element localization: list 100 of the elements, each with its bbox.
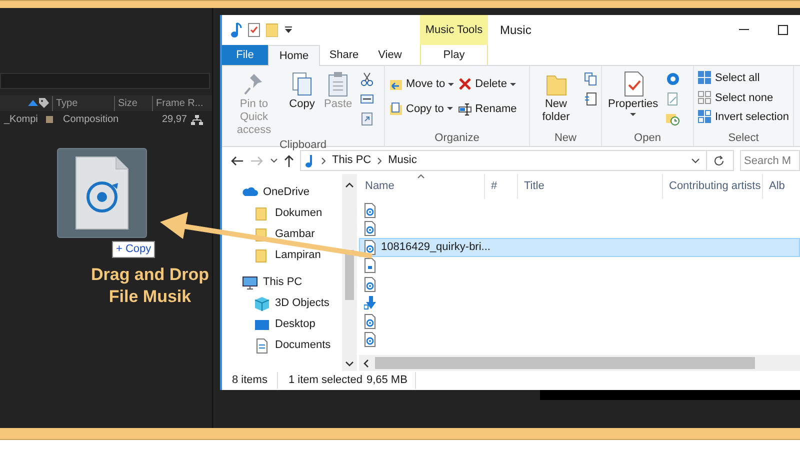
nav-item[interactable]: Lampiran — [222, 245, 342, 266]
ribbon-button[interactable]: Move to — [389, 76, 454, 92]
paste-shortcut-icon[interactable] — [360, 112, 374, 126]
file-row[interactable]: 10816429_quirky-bri... — [359, 238, 800, 256]
dragged-file-icon — [57, 148, 147, 238]
column-header[interactable]: Type — [52, 96, 112, 110]
ribbon-button[interactable]: Properties — [606, 70, 660, 130]
scroll-up-icon[interactable] — [345, 182, 354, 188]
refresh-icon[interactable] — [713, 154, 725, 166]
recent-locations-icon[interactable] — [270, 158, 278, 163]
chevron-right-icon[interactable] — [321, 156, 326, 164]
ribbon-button[interactable]: Invert selection — [698, 109, 789, 126]
documents-icon — [254, 338, 270, 354]
ribbon-tab[interactable]: Share — [320, 45, 368, 65]
vertical-scrollbar[interactable] — [342, 174, 357, 371]
chevron-right-icon[interactable] — [377, 156, 382, 164]
column-header[interactable]: Name — [359, 174, 484, 199]
invert-selection-icon — [698, 110, 712, 124]
nav-item[interactable]: 3D Objects — [222, 293, 342, 314]
scrollbar-thumb[interactable] — [345, 250, 354, 300]
new-item-icon[interactable] — [584, 72, 598, 86]
history-icon[interactable] — [666, 112, 680, 126]
copy-badge: + Copy — [112, 241, 156, 258]
ribbon-button[interactable]: Copy to — [389, 100, 454, 117]
copy-to-icon — [389, 102, 403, 116]
audio-file-icon — [364, 221, 376, 236]
column-header[interactable]: # — [484, 174, 517, 199]
audio-file-icon — [364, 276, 376, 292]
nav-item[interactable]: Desktop — [222, 314, 342, 335]
ribbon-tab[interactable]: View — [368, 45, 412, 65]
search-field[interactable] — [0, 73, 210, 89]
copy-path-icon[interactable] — [360, 92, 374, 106]
maximize-icon[interactable] — [778, 25, 788, 35]
ribbon-button[interactable]: Copy — [286, 70, 318, 137]
item-type: Composition — [63, 113, 120, 127]
breadcrumb[interactable]: Music — [388, 152, 417, 169]
status-text: 9,65 MB — [366, 372, 416, 389]
music-note-icon[interactable] — [230, 22, 242, 38]
ribbon-group-label: Select — [727, 131, 760, 146]
dropdown-icon[interactable] — [284, 26, 293, 34]
ribbon-button[interactable]: Select none — [698, 90, 789, 106]
ribbon-button[interactable]: New folder — [534, 70, 578, 130]
minimize-icon[interactable] — [739, 29, 749, 31]
move-to-icon — [389, 77, 403, 92]
caption-line: Drag and Drop — [90, 264, 210, 286]
column-header[interactable]: Frame R... — [152, 96, 208, 110]
dropdown-caret-icon — [510, 82, 516, 86]
document-icon — [364, 258, 376, 274]
file-menu-button[interactable]: File — [222, 45, 268, 65]
rename-icon — [458, 102, 472, 116]
cut-icon[interactable] — [360, 72, 374, 86]
up-icon[interactable] — [284, 154, 294, 166]
status-text: 8 items — [232, 373, 268, 388]
caption-line: File Musik — [108, 286, 192, 308]
ribbon-group-label: Open — [633, 131, 662, 146]
objects-icon — [254, 296, 270, 312]
nav-item[interactable]: Documents — [222, 335, 342, 356]
column-header[interactable]: Alb — [762, 174, 792, 199]
sort-ascending-icon — [417, 174, 425, 179]
scrollbar-thumb[interactable] — [375, 357, 755, 369]
ribbon-button[interactable]: Rename — [458, 100, 517, 117]
status-text: 1 item selected — [277, 372, 362, 389]
edit-icon[interactable] — [666, 92, 680, 106]
nav-item[interactable]: Dokumen — [222, 203, 342, 224]
column-header[interactable]: Title — [517, 174, 662, 199]
hierarchy-icon — [191, 114, 203, 124]
scroll-left-icon[interactable] — [363, 358, 369, 368]
horizontal-scrollbar[interactable] — [359, 355, 800, 371]
sort-ascending-icon — [28, 100, 38, 106]
back-icon[interactable] — [230, 156, 244, 166]
nav-item[interactable]: Gambar — [222, 224, 342, 245]
select-all-icon — [698, 71, 712, 86]
address-bar[interactable]: This PC Music — [300, 150, 734, 171]
column-header[interactable]: Contributing artists — [662, 174, 762, 199]
ribbon-group-label: Clipboard — [278, 138, 328, 153]
item-name: _Kompi — [2, 113, 39, 127]
ribbon-tab[interactable]: Home — [268, 45, 320, 66]
easy-access-icon[interactable] — [584, 92, 598, 106]
audio-file-icon — [364, 314, 376, 329]
dropdown-icon[interactable] — [691, 158, 700, 164]
delete-icon — [458, 77, 472, 92]
nav-item[interactable]: This PC — [222, 272, 342, 293]
window-title: Music — [499, 22, 532, 39]
frame-rate: 29,97 — [160, 113, 187, 127]
breadcrumb[interactable]: This PC — [332, 152, 372, 169]
properties-icon[interactable] — [248, 23, 260, 37]
column-header[interactable]: Size — [114, 96, 150, 110]
ribbon-group-label: Organize — [434, 131, 480, 146]
ribbon-group-label: New — [553, 131, 578, 146]
audio-file-icon — [364, 240, 376, 255]
open-icon[interactable] — [666, 72, 680, 86]
select-none-icon — [698, 90, 712, 105]
pc-icon — [242, 274, 258, 290]
scroll-down-icon[interactable] — [345, 361, 354, 367]
ribbon-tab[interactable]: Play — [420, 45, 488, 65]
ribbon-button[interactable]: Delete — [458, 76, 517, 92]
nav-item[interactable]: OneDrive — [222, 182, 342, 203]
contextual-tab-label: Music Tools — [420, 15, 488, 45]
ribbon-button[interactable]: Select all — [698, 70, 789, 86]
audio-file-icon — [364, 202, 376, 218]
